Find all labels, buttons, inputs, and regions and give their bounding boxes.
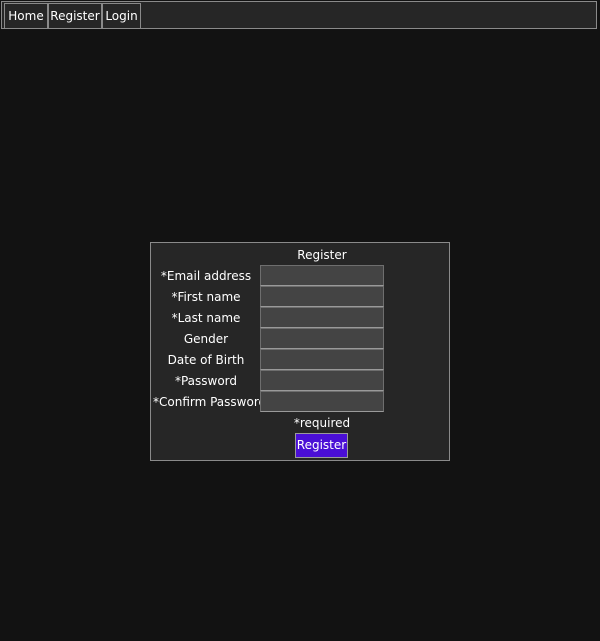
required-note: *required [293, 416, 351, 430]
gender-field[interactable] [260, 328, 384, 349]
last-name-label: *Last name [171, 311, 241, 325]
nav-home-button[interactable]: Home [4, 3, 48, 29]
first-name-field[interactable] [260, 286, 384, 307]
register-submit-button[interactable]: Register [295, 433, 348, 458]
top-nav-bar: Home Register Login [1, 1, 597, 29]
date-of-birth-label: Date of Birth [167, 353, 245, 367]
first-name-label: *First name [171, 290, 241, 304]
confirm-password-field[interactable] [260, 391, 384, 412]
nav-register-button[interactable]: Register [48, 3, 102, 29]
register-form-panel: Register *Email address *First name *Las… [150, 242, 450, 461]
password-label: *Password [174, 374, 238, 388]
form-title: Register [297, 248, 347, 262]
password-field[interactable] [260, 370, 384, 391]
confirm-password-label: *Confirm Password [153, 395, 267, 409]
email-label: *Email address [160, 269, 252, 283]
email-field[interactable] [260, 265, 384, 286]
nav-login-button[interactable]: Login [102, 3, 141, 29]
last-name-field[interactable] [260, 307, 384, 328]
gender-label: Gender [183, 332, 229, 346]
date-of-birth-field[interactable] [260, 349, 384, 370]
